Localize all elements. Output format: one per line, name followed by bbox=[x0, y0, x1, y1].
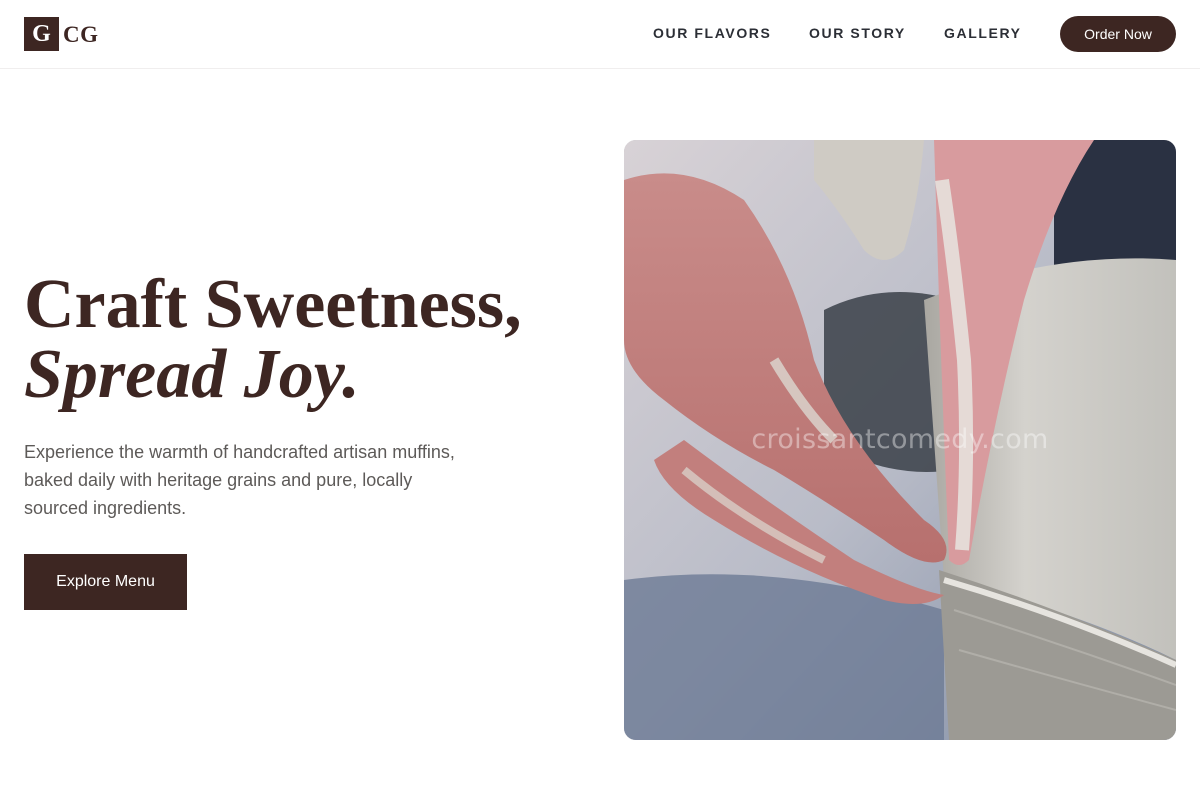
top-navbar: G CG OUR FLAVORS OUR STORY GALLERY Order… bbox=[0, 0, 1200, 69]
logo-mark: G bbox=[24, 17, 59, 51]
logo[interactable]: G CG bbox=[24, 17, 99, 51]
order-now-button[interactable]: Order Now bbox=[1060, 16, 1176, 52]
hero-title-line1: Craft Sweetness, bbox=[24, 266, 522, 343]
hero-title-line2: Spread Joy. bbox=[24, 336, 360, 413]
hero-title: Craft Sweetness, Spread Joy. bbox=[24, 270, 604, 410]
hero-description: Experience the warmth of handcrafted art… bbox=[24, 442, 455, 518]
hero-image: croissantcomedy.com bbox=[624, 140, 1176, 740]
nav-link-our-story[interactable]: OUR STORY bbox=[809, 25, 906, 41]
nav-link-our-flavors[interactable]: OUR FLAVORS bbox=[653, 25, 771, 41]
logo-text: CG bbox=[63, 21, 99, 47]
image-watermark: croissantcomedy.com bbox=[751, 424, 1049, 455]
explore-menu-button[interactable]: Explore Menu bbox=[24, 554, 187, 610]
nav-link-gallery[interactable]: GALLERY bbox=[944, 25, 1022, 41]
